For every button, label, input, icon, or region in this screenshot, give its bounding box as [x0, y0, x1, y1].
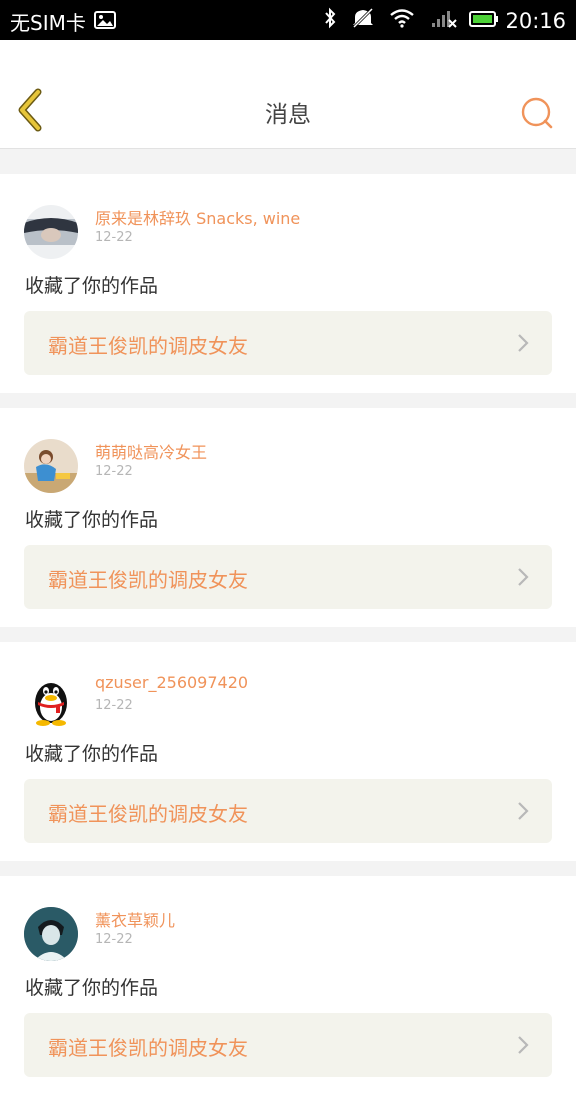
search-icon [521, 97, 553, 129]
timestamp: 12-22 [95, 932, 133, 947]
signal-icon [431, 8, 458, 33]
top-nav-bar: 消息 [0, 40, 576, 149]
username[interactable]: 原来是林辞玖 Snacks, wine [95, 205, 300, 229]
avatar[interactable] [24, 205, 78, 259]
mute-icon [351, 7, 375, 34]
status-time: 20:16 [505, 8, 566, 33]
page-title: 消息 [265, 102, 311, 128]
timestamp: 12-22 [95, 464, 133, 479]
message-card: 原来是林辞玖 Snacks, wine 12-22 收藏了你的作品 霸道王俊凯的… [0, 174, 576, 393]
username[interactable]: qzuser_256097420 [95, 673, 248, 692]
status-right: 20:16 [323, 7, 566, 34]
work-link[interactable]: 霸道王俊凯的调皮女友 [24, 545, 552, 609]
work-title: 霸道王俊凯的调皮女友 [48, 334, 248, 358]
chevron-right-icon [518, 568, 529, 586]
message-card: 薰衣草颖儿 12-22 收藏了你的作品 霸道王俊凯的调皮女友 [0, 876, 576, 1095]
action-text: 收藏了你的作品 [25, 509, 159, 531]
chevron-right-icon [518, 802, 529, 820]
wifi-icon [389, 8, 415, 33]
action-text: 收藏了你的作品 [25, 275, 159, 297]
username[interactable]: 薰衣草颖儿 [95, 907, 175, 931]
avatar[interactable] [24, 907, 78, 961]
bluetooth-icon [323, 7, 337, 34]
search-button[interactable] [520, 96, 554, 130]
timestamp: 12-22 [95, 230, 133, 245]
work-title: 霸道王俊凯的调皮女友 [48, 1036, 248, 1060]
chevron-right-icon [518, 1036, 529, 1054]
battery-icon [469, 9, 499, 33]
work-title: 霸道王俊凯的调皮女友 [48, 568, 248, 592]
work-link[interactable]: 霸道王俊凯的调皮女友 [24, 311, 552, 375]
avatar[interactable] [24, 673, 78, 727]
penguin-icon [24, 673, 78, 727]
image-icon [93, 10, 116, 34]
work-link[interactable]: 霸道王俊凯的调皮女友 [24, 1013, 552, 1077]
status-bar: 无SIM卡 20:16 [0, 0, 576, 40]
action-text: 收藏了你的作品 [25, 977, 159, 999]
message-card: 萌萌哒高冷女王 12-22 收藏了你的作品 霸道王俊凯的调皮女友 [0, 408, 576, 627]
message-card: qzuser_256097420 12-22 收藏了你的作品 霸道王俊凯的调皮女… [0, 642, 576, 861]
chevron-right-icon [518, 334, 529, 352]
username[interactable]: 萌萌哒高冷女王 [95, 439, 207, 463]
work-link[interactable]: 霸道王俊凯的调皮女友 [24, 779, 552, 843]
avatar[interactable] [24, 439, 78, 493]
work-title: 霸道王俊凯的调皮女友 [48, 802, 248, 826]
carrier-label: 无SIM卡 [10, 11, 86, 35]
action-text: 收藏了你的作品 [25, 743, 159, 765]
timestamp: 12-22 [95, 698, 133, 713]
status-left: 无SIM卡 [10, 7, 116, 36]
